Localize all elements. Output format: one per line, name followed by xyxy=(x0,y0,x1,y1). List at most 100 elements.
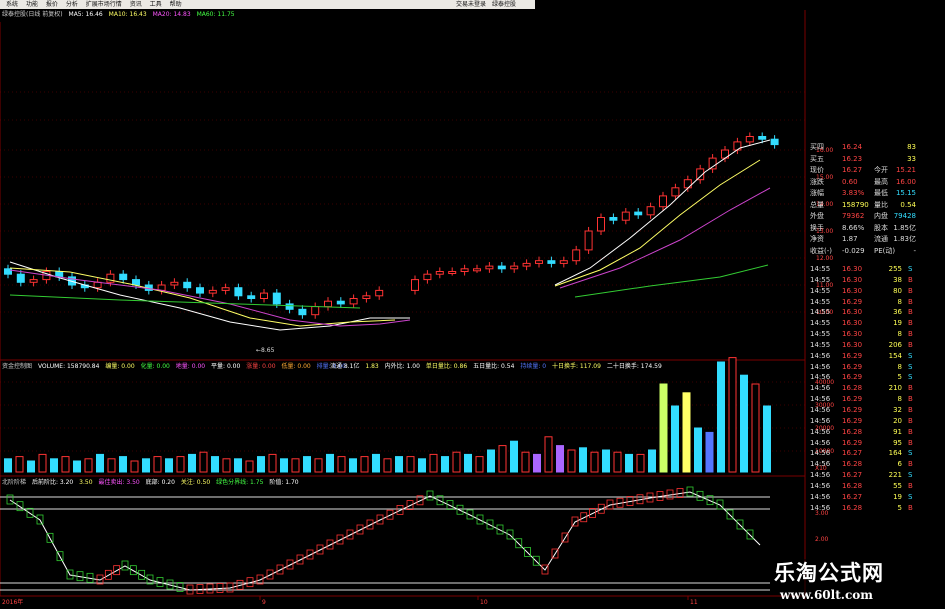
volume-stat: 涨量: 0.00 xyxy=(246,363,276,370)
volume-bar xyxy=(222,458,231,473)
time-axis-label: 10 xyxy=(480,599,488,606)
candle-body xyxy=(473,268,481,272)
volume-bar xyxy=(705,431,714,473)
time-axis-label: 2016年 xyxy=(2,598,23,606)
tick-row[interactable]: 14:55 16.30 80 B xyxy=(808,286,918,297)
volume-bar xyxy=(510,440,518,473)
tick-time: 14:55 xyxy=(810,330,831,339)
tick-price: 16.30 xyxy=(842,275,863,284)
quote-extra-value: 79428 xyxy=(893,212,916,220)
tick-row[interactable]: 14:56 16.29 5 S xyxy=(808,372,918,383)
volume-bar xyxy=(533,453,541,473)
tick-row[interactable]: 14:55 16.30 38 B xyxy=(808,275,918,286)
volume-bar xyxy=(15,456,24,473)
tick-row[interactable]: 14:56 16.29 95 B xyxy=(808,438,918,449)
volume-bar xyxy=(475,456,484,473)
tick-price: 16.29 xyxy=(842,373,863,382)
tick-price: 16.28 xyxy=(842,503,863,512)
tick-row[interactable]: 14:56 16.28 55 B xyxy=(808,481,918,492)
quote-label: 净资 xyxy=(810,235,824,243)
tick-time: 14:55 xyxy=(810,286,831,295)
candle-body xyxy=(93,281,102,289)
tick-row[interactable]: 14:56 16.28 6 B xyxy=(808,459,918,470)
volume-bar xyxy=(314,458,323,473)
volume-stat: 1.83 xyxy=(365,363,379,370)
volume-bar xyxy=(130,460,139,473)
tick-price: 16.27 xyxy=(842,449,863,458)
tick-row[interactable]: 14:56 16.29 8 B xyxy=(808,394,918,405)
ma10-line xyxy=(9,267,396,327)
tick-time: 14:55 xyxy=(810,308,831,317)
volume-bar xyxy=(257,456,265,473)
tick-volume: 8 xyxy=(897,297,902,306)
candle-body xyxy=(311,306,320,316)
candle-body xyxy=(324,300,332,308)
volume-bar xyxy=(694,427,702,473)
tick-volume: 5 xyxy=(897,503,902,512)
tick-price: 16.29 xyxy=(842,362,863,371)
tick-row[interactable]: 14:55 16.30 36 B xyxy=(808,307,918,318)
menu-function[interactable]: 功能 xyxy=(26,0,38,9)
volume-bar xyxy=(579,447,587,473)
candle-body xyxy=(671,187,680,197)
quote-label: 收益(-) xyxy=(810,246,832,255)
candle-body xyxy=(272,292,281,305)
menu-tools[interactable]: 工具 xyxy=(150,0,162,9)
tick-row[interactable]: 14:56 16.27 221 S xyxy=(808,470,918,481)
tick-row[interactable]: 14:56 16.29 32 B xyxy=(808,405,918,416)
candle-body xyxy=(634,211,643,216)
menu-help[interactable]: 帮助 xyxy=(170,0,182,9)
tick-volume: 8 xyxy=(897,395,902,404)
tick-row[interactable]: 14:56 16.29 154 S xyxy=(808,351,918,362)
volume-stat: 地量: 0.00 xyxy=(175,363,206,370)
tick-row[interactable]: 14:56 16.27 164 S xyxy=(808,448,918,459)
indicator-stat: 3.50 xyxy=(79,479,93,486)
candle-body xyxy=(597,217,605,232)
tick-price: 16.28 xyxy=(842,481,863,490)
candle-body xyxy=(260,292,268,300)
menu-analysis[interactable]: 分析 xyxy=(66,0,78,9)
quote-extra-value: - xyxy=(913,246,916,255)
tick-row[interactable]: 14:55 16.30 8 B xyxy=(808,329,918,340)
volume-bar xyxy=(441,456,449,473)
volume-bar xyxy=(326,453,334,473)
tick-row[interactable]: 14:56 16.28 91 B xyxy=(808,427,918,438)
tick-row[interactable]: 14:56 16.29 8 S xyxy=(808,362,918,373)
menu-bar: 系统 功能 报价 分析 扩展市场行情 资讯 工具 帮助 交易未登录 绿泰控股 xyxy=(0,0,535,9)
menu-info[interactable]: 资讯 xyxy=(130,0,142,9)
quote-extra-value: 0.54 xyxy=(900,200,916,209)
volume-stat: 低量: 0.00 xyxy=(281,363,311,370)
tick-row[interactable]: 14:56 16.29 20 B xyxy=(808,416,918,427)
candle-body xyxy=(362,295,371,299)
float-shares: 流通 8.1亿 xyxy=(330,363,360,370)
quote-value: 158790 xyxy=(842,200,869,209)
quote-row: 总量 158790 量比 0.54 xyxy=(808,200,918,212)
candle-body xyxy=(16,273,25,283)
tick-direction: S xyxy=(908,471,913,480)
tick-row[interactable]: 14:56 16.28 5 B xyxy=(808,503,918,514)
tick-row[interactable]: 14:56 16.27 19 S xyxy=(808,492,918,503)
volume-bar xyxy=(395,456,403,473)
tick-row[interactable]: 14:55 16.30 19 B xyxy=(808,318,918,329)
volume-bar xyxy=(4,458,12,473)
tick-row[interactable]: 14:55 16.29 8 B xyxy=(808,297,918,308)
candle-body xyxy=(170,281,179,286)
menu-extended-market[interactable]: 扩展市场行情 xyxy=(86,0,122,9)
quote-label: 涨幅 xyxy=(810,189,824,197)
quote-label: 买四 xyxy=(810,143,824,151)
menu-system[interactable]: 系统 xyxy=(6,0,18,9)
menu-quote[interactable]: 报价 xyxy=(46,0,58,9)
candle-body xyxy=(659,195,667,208)
indicator-stat: 底部: 0.20 xyxy=(145,479,175,486)
quote-row: 买四 16.24 83 xyxy=(808,142,918,154)
tick-row[interactable]: 14:55 16.30 206 B xyxy=(808,340,918,351)
quote-row: 换手 8.66% 股本 1.85亿 xyxy=(808,223,918,235)
tick-row[interactable]: 14:55 16.30 255 S xyxy=(808,264,918,275)
candle-body xyxy=(522,262,531,267)
volume-stat: 持续量: 0 xyxy=(520,363,547,370)
trade-login-status[interactable]: 交易未登录 xyxy=(456,0,486,9)
chart-canvas[interactable]: 16.0015.0014.0013.0012.0011.0010.0040000… xyxy=(0,0,945,609)
tick-row[interactable]: 14:56 16.28 210 B xyxy=(808,383,918,394)
tick-list[interactable]: 14:55 16.30 255 S 14:55 16.30 38 B 14:55 16.30 80 B… xyxy=(808,264,918,513)
tick-volume: 154 xyxy=(888,351,902,360)
